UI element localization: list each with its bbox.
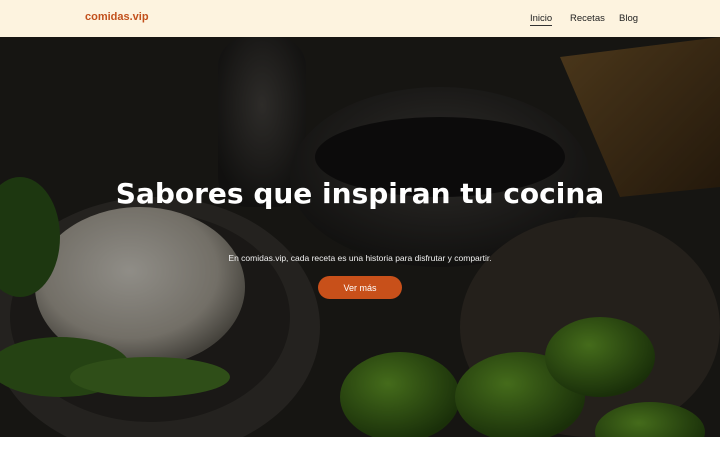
ver-mas-button[interactable]: Ver más — [318, 276, 402, 299]
nav-item-blog[interactable]: Blog — [619, 13, 638, 24]
hero-overlay — [0, 37, 720, 437]
page-bottom-strip — [0, 437, 720, 450]
nav-item-recetas[interactable]: Recetas — [570, 13, 605, 24]
nav-item-inicio[interactable]: Inicio — [530, 13, 553, 26]
hero-subtitle: En comidas.vip, cada receta es una histo… — [228, 253, 492, 263]
hero-title: Sabores que inspiran tu cocina — [115, 177, 605, 210]
top-navbar: comidas.vip Inicio Recetas Blog — [0, 0, 720, 37]
brand-logo[interactable]: comidas.vip — [85, 11, 149, 23]
hero-section: Sabores que inspiran tu cocina En comida… — [0, 37, 720, 437]
